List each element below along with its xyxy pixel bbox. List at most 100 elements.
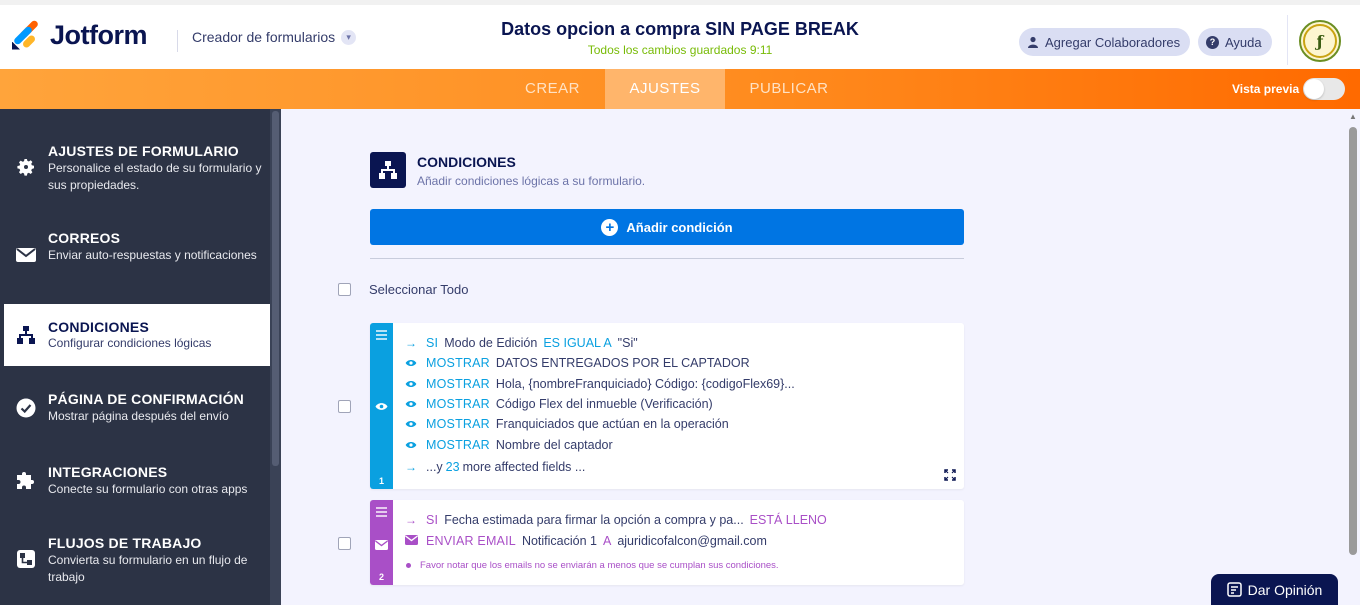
conditions-header-icon	[370, 152, 406, 188]
send-email-keyword: ENVIAR EMAIL	[426, 534, 516, 548]
help-label: Ayuda	[1225, 34, 1262, 50]
sidebar-item-title: AJUSTES DE FORMULARIO	[48, 143, 239, 159]
sidebar-scrollbar-thumb[interactable]	[272, 111, 279, 466]
help-button[interactable]: ? Ayuda	[1198, 28, 1272, 56]
add-collaborators-button[interactable]: Agregar Colaboradores	[1019, 28, 1191, 56]
feedback-icon	[1226, 582, 1242, 597]
avatar-divider	[1287, 15, 1288, 65]
action-target: Hola, {nombreFranquiciado} Código: {codi…	[495, 377, 795, 391]
eye-icon	[403, 438, 419, 452]
action-target: Nombre del captador	[495, 438, 613, 452]
action-target: Franquiciados que actúan en la operación	[495, 417, 729, 431]
action-row: MOSTRAR DATOS ENTREGADOS POR EL CAPTADOR	[403, 356, 750, 370]
more-fields-row: → ...y 23 more affected fields ...	[403, 460, 585, 474]
preview-label: Vista previa	[1232, 82, 1300, 96]
if-keyword: SI	[426, 513, 439, 527]
sidebar-item-desc: Mostrar página después del envío	[48, 409, 229, 423]
condition-if-row: → SI Modo de Edición ES IGUAL A "Si"	[403, 336, 638, 350]
action-row: MOSTRAR Código Flex del inmueble (Verifi…	[403, 397, 713, 411]
add-condition-button[interactable]: + Añadir condición	[370, 209, 964, 245]
action-target: DATOS ENTREGADOS POR EL CAPTADOR	[495, 356, 750, 370]
if-field: Modo de Edición	[444, 336, 538, 350]
sidebar-item-desc: Convierta su formulario en un flujo de t…	[48, 553, 248, 584]
condition-number: 1	[378, 476, 384, 486]
sidebar-item-title: CONDICIONES	[48, 319, 149, 335]
condition-1-checkbox[interactable]	[338, 400, 351, 413]
plus-circle-icon: +	[601, 218, 619, 236]
arrow-right-icon: →	[405, 460, 417, 474]
condition-2-strip[interactable]: 2	[370, 500, 393, 585]
gear-icon	[15, 156, 37, 178]
sidebar-item-workflows[interactable]: FLUJOS DE TRABAJO Convierta su formulari…	[0, 526, 270, 596]
email-warning-note: Favor notar que los emails no se enviará…	[403, 560, 779, 571]
page-title: CONDICIONES	[417, 154, 516, 170]
note-text: Favor notar que los emails no se enviará…	[420, 560, 779, 571]
app-header: Jotform Creador de formularios ▾ Datos o…	[0, 0, 1360, 69]
toggle-knob	[1304, 79, 1324, 99]
action-row: MOSTRAR Hola, {nombreFranquiciado} Códig…	[403, 377, 795, 391]
action-row: MOSTRAR Nombre del captador	[403, 438, 613, 452]
show-keyword: MOSTRAR	[426, 377, 490, 391]
sidebar-item-title: FLUJOS DE TRABAJO	[48, 535, 202, 551]
sidebar-item-desc: Personalice el estado de su formulario y…	[48, 161, 262, 192]
workflow-icon	[15, 548, 37, 570]
expand-icon[interactable]	[944, 469, 956, 484]
condition-1-strip[interactable]: 1	[370, 323, 393, 489]
sitemap-icon	[15, 324, 37, 346]
eye-icon	[403, 377, 419, 391]
preview-toggle[interactable]	[1303, 78, 1345, 100]
avatar[interactable]: ƒ	[1299, 20, 1341, 62]
show-keyword: MOSTRAR	[426, 356, 490, 370]
eye-icon	[403, 417, 419, 431]
show-keyword: MOSTRAR	[426, 397, 490, 411]
sidebar-item-title: CORREOS	[48, 230, 121, 246]
if-value: "Si"	[617, 336, 638, 350]
envelope-icon	[15, 244, 37, 266]
feedback-button[interactable]: Dar Opinión	[1211, 574, 1338, 605]
action-row: MOSTRAR Franquiciados que actúan en la o…	[403, 417, 729, 431]
tab-ajustes[interactable]: AJUSTES	[605, 69, 725, 109]
email-recipient: ajuridicofalcon@gmail.com	[617, 534, 767, 548]
more-prefix: ...y	[426, 460, 443, 474]
if-operator: ESTÁ LLENO	[749, 513, 827, 527]
show-keyword: MOSTRAR	[426, 438, 490, 452]
more-suffix: more affected fields ...	[462, 460, 586, 474]
puzzle-icon	[15, 470, 37, 492]
builder-tab-bar: CREAR AJUSTES PUBLICAR Vista previa	[0, 69, 1360, 109]
eye-icon	[374, 399, 389, 414]
if-field: Fecha estimada para firmar la opción a c…	[444, 513, 744, 527]
sidebar-item-integrations[interactable]: INTEGRACIONES Conecte su formulario con …	[0, 455, 270, 515]
tab-publicar[interactable]: PUBLICAR	[733, 69, 845, 109]
feedback-label: Dar Opinión	[1247, 581, 1323, 598]
sidebar-item-form-settings[interactable]: AJUSTES DE FORMULARIO Personalice el est…	[0, 109, 270, 195]
condition-card-2[interactable]: 2 → SI Fecha estimada para firmar la opc…	[370, 500, 964, 585]
drag-handle-icon[interactable]	[376, 330, 387, 342]
envelope-icon	[403, 534, 419, 548]
sidebar-item-thank-you-page[interactable]: PÁGINA DE CONFIRMACIÓN Mostrar página de…	[0, 380, 270, 440]
scroll-up-arrow-icon[interactable]: ▲	[1349, 113, 1357, 121]
email-to-operator: A	[602, 534, 612, 548]
help-icon: ?	[1206, 35, 1219, 49]
arrow-right-icon: →	[405, 336, 417, 350]
condition-card-1[interactable]: 1 → SI Modo de Edición ES IGUAL A "Si" M…	[370, 323, 964, 489]
user-icon	[1028, 36, 1038, 48]
tab-crear[interactable]: CREAR	[506, 69, 599, 109]
select-all-label[interactable]: Seleccionar Todo	[369, 282, 469, 297]
email-name: Notificación 1	[521, 534, 597, 548]
sidebar-item-desc: Configurar condiciones lógicas	[48, 336, 212, 350]
page-subtitle: Añadir condiciones lógicas a su formular…	[417, 174, 646, 188]
drag-handle-icon[interactable]	[376, 507, 387, 519]
sidebar-item-title: PÁGINA DE CONFIRMACIÓN	[48, 391, 244, 407]
sidebar-item-conditions[interactable]: CONDICIONES Configurar condiciones lógic…	[0, 304, 270, 366]
sidebar-item-desc: Conecte su formulario con otras apps	[48, 482, 248, 496]
add-collaborators-label: Agregar Colaboradores	[1045, 34, 1181, 50]
action-row: ENVIAR EMAIL Notificación 1 A ajuridicof…	[403, 534, 767, 548]
condition-2-checkbox[interactable]	[338, 537, 351, 550]
avatar-logo-icon: ƒ	[1303, 24, 1337, 58]
select-all-checkbox[interactable]	[338, 283, 351, 296]
arrow-right-icon: →	[405, 513, 417, 527]
sidebar-item-emails[interactable]: CORREOS Enviar auto-respuestas y notific…	[0, 215, 270, 295]
main-scrollbar-thumb[interactable]	[1349, 127, 1357, 555]
if-keyword: SI	[426, 336, 439, 350]
divider	[370, 258, 964, 259]
